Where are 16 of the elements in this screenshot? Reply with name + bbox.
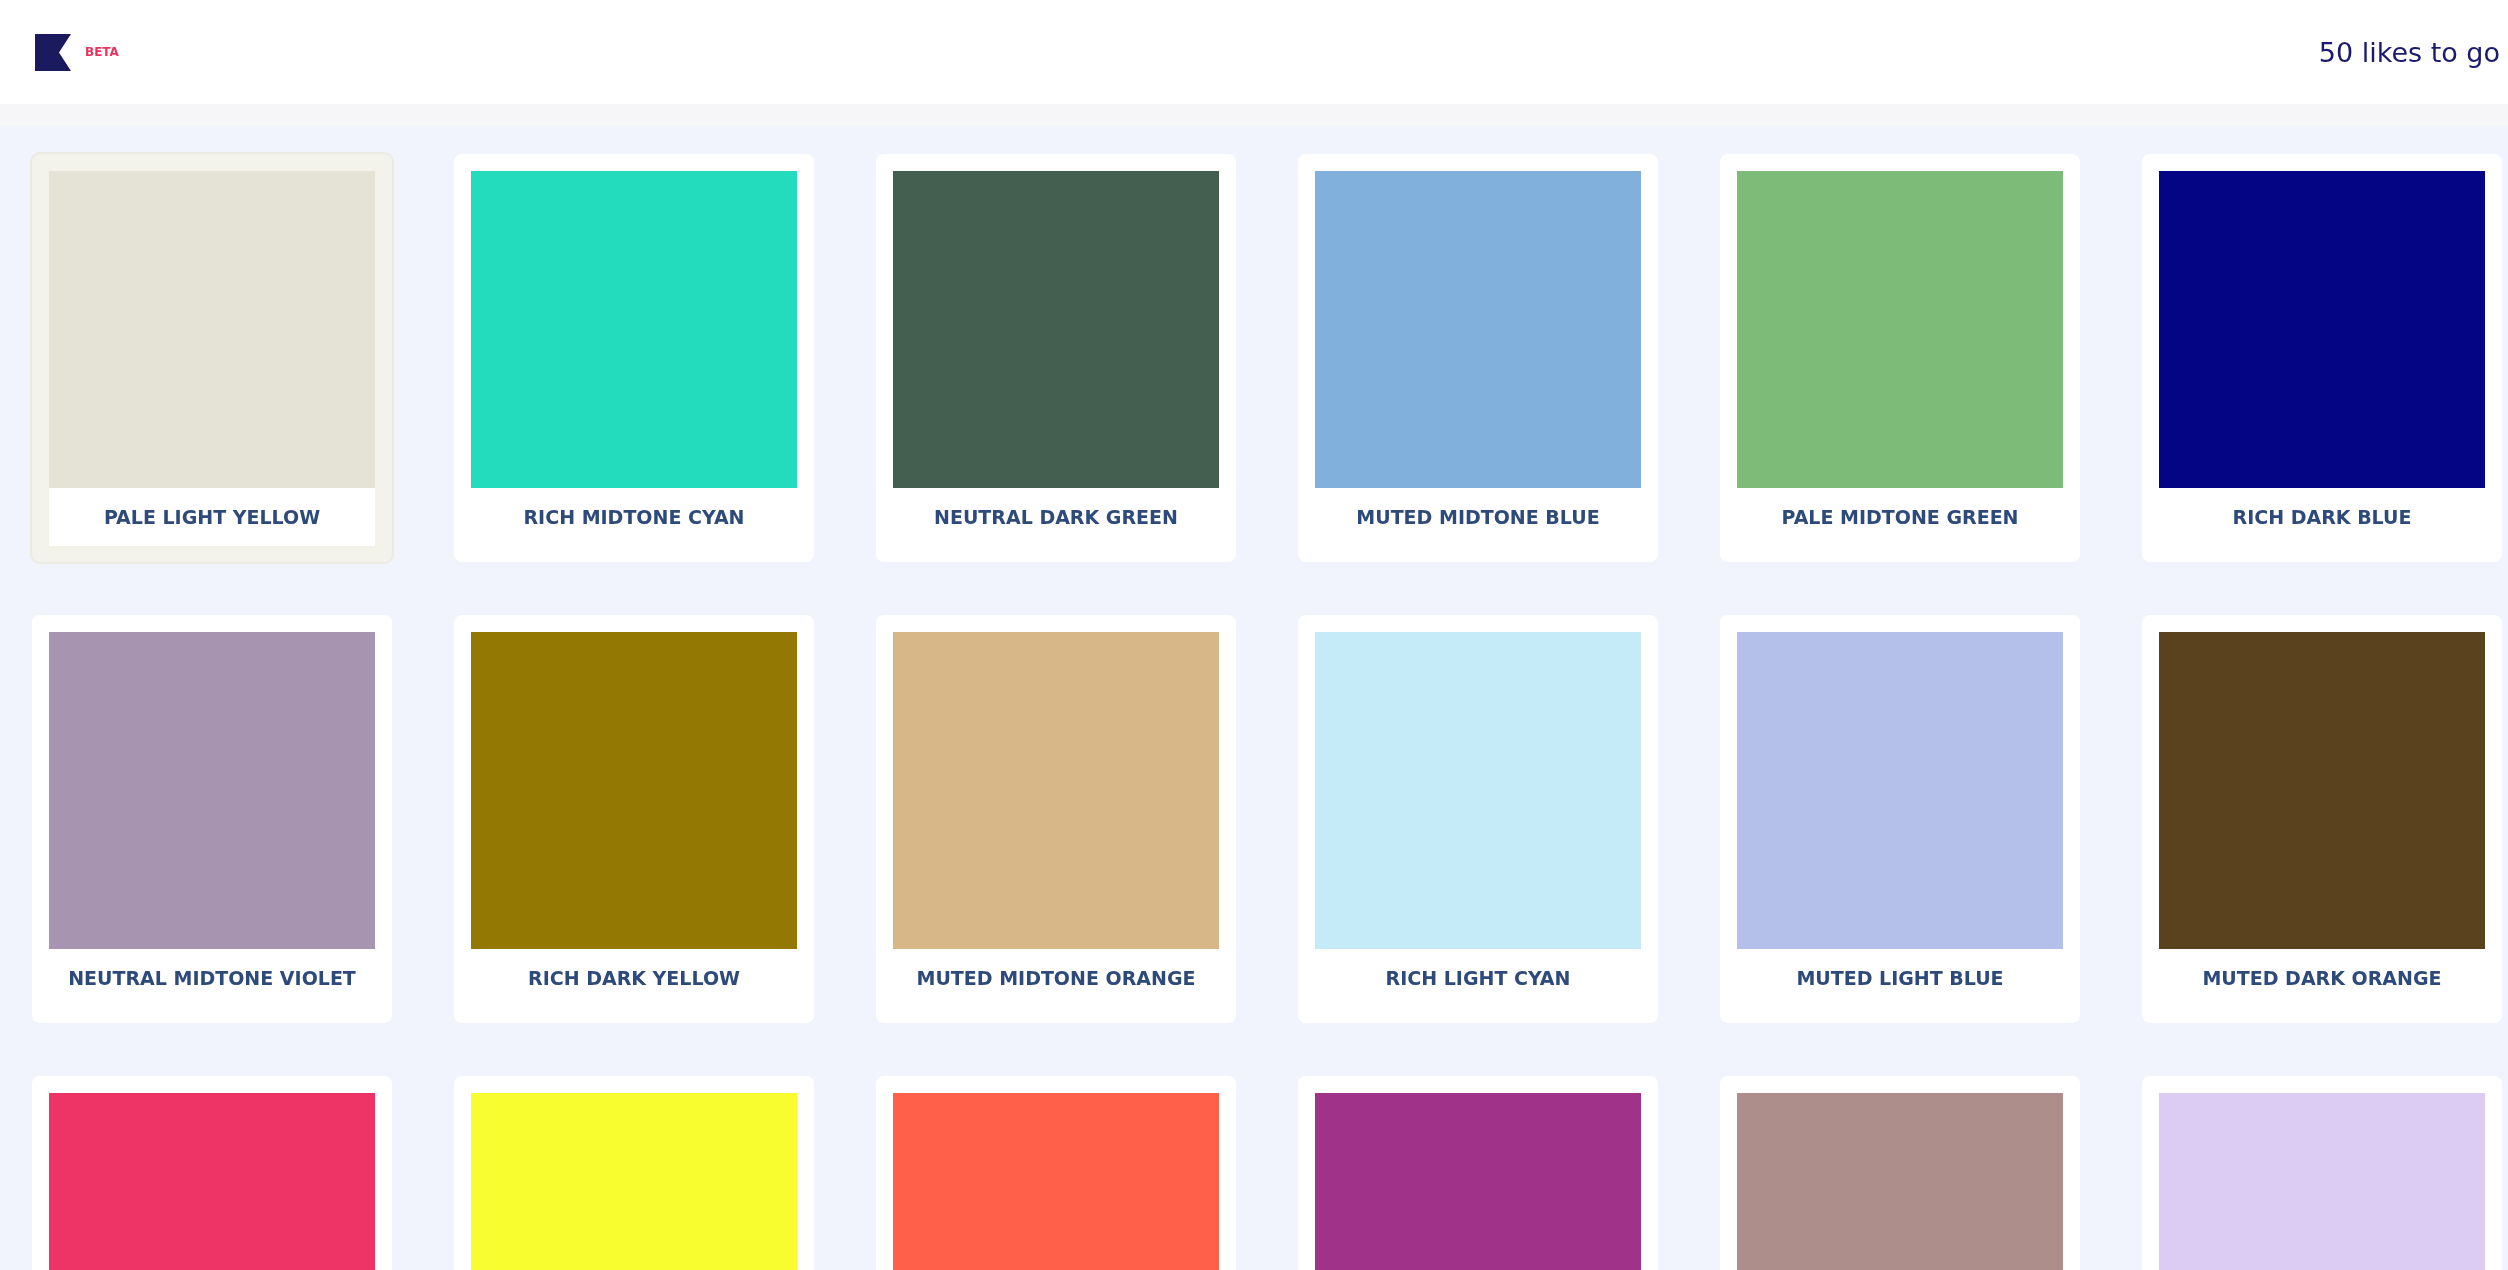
color-card[interactable]: RICH DARK YELLOW bbox=[454, 615, 814, 1023]
color-card[interactable]: PALE LIGHT YELLOW bbox=[32, 154, 392, 562]
color-card[interactable]: NEUTRAL MIDTONE VIOLET bbox=[32, 615, 392, 1023]
color-name: PALE LIGHT YELLOW bbox=[49, 488, 375, 546]
color-card[interactable]: RICH MIDTONE CYAN bbox=[454, 154, 814, 562]
color-card[interactable]: NEUTRAL DARK GREEN bbox=[876, 154, 1236, 562]
logo-icon[interactable] bbox=[35, 33, 71, 71]
likes-counter: 50 likes to go bbox=[2318, 36, 2500, 68]
color-card[interactable]: MUTED DARK ORANGE bbox=[2142, 615, 2502, 1023]
color-card[interactable]: RICH DARK BLUE bbox=[2142, 154, 2502, 562]
color-card[interactable]: MUTED LIGHT BLUE bbox=[1720, 615, 2080, 1023]
color-card[interactable]: MUTED MIDTONE ORANGE bbox=[876, 615, 1236, 1023]
color-card[interactable]: RICH LIGHT CYAN bbox=[1298, 615, 1658, 1023]
beta-label: BETA bbox=[85, 45, 119, 59]
color-card[interactable]: MUTED MIDTONE BLUE bbox=[1298, 154, 1658, 562]
color-card[interactable]: PALE MIDTONE GREEN bbox=[1720, 154, 2080, 562]
